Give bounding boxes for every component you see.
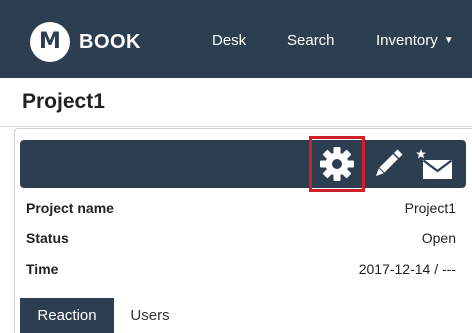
label-status: Status (26, 230, 69, 246)
tab-bar: Reaction Users (20, 298, 472, 333)
notify-button[interactable] (410, 140, 458, 188)
tab-users[interactable]: Users (116, 298, 184, 333)
brand-logo-icon: M (30, 22, 70, 62)
gear-highlight-box (309, 136, 365, 192)
page-title: Project1 (22, 90, 105, 113)
nav-link-desk[interactable]: Desk (212, 32, 246, 49)
brand-name: BOOK (79, 30, 141, 53)
label-project-name: Project name (26, 200, 114, 216)
caret-down-icon: ▼ (443, 35, 454, 46)
tab-reaction[interactable]: Reaction (20, 298, 114, 333)
title-divider (0, 126, 472, 127)
brand-logo-letter: M (39, 29, 61, 54)
envelope-star-icon (416, 149, 453, 179)
brand[interactable]: M BOOK (30, 22, 141, 62)
nav-link-search[interactable]: Search (287, 32, 335, 49)
top-navbar: M BOOK Desk Search Inventory ▼ (0, 0, 472, 78)
value-status: Open (421, 230, 456, 246)
value-project-name: Project1 (404, 200, 456, 216)
label-time: Time (26, 261, 59, 277)
pencil-icon (375, 149, 403, 177)
nav-link-inventory-label: Inventory (376, 32, 438, 49)
nav-link-inventory[interactable]: Inventory ▼ (376, 32, 454, 49)
value-time: 2017-12-14 / --- (358, 261, 456, 277)
edit-button[interactable] (368, 140, 408, 188)
